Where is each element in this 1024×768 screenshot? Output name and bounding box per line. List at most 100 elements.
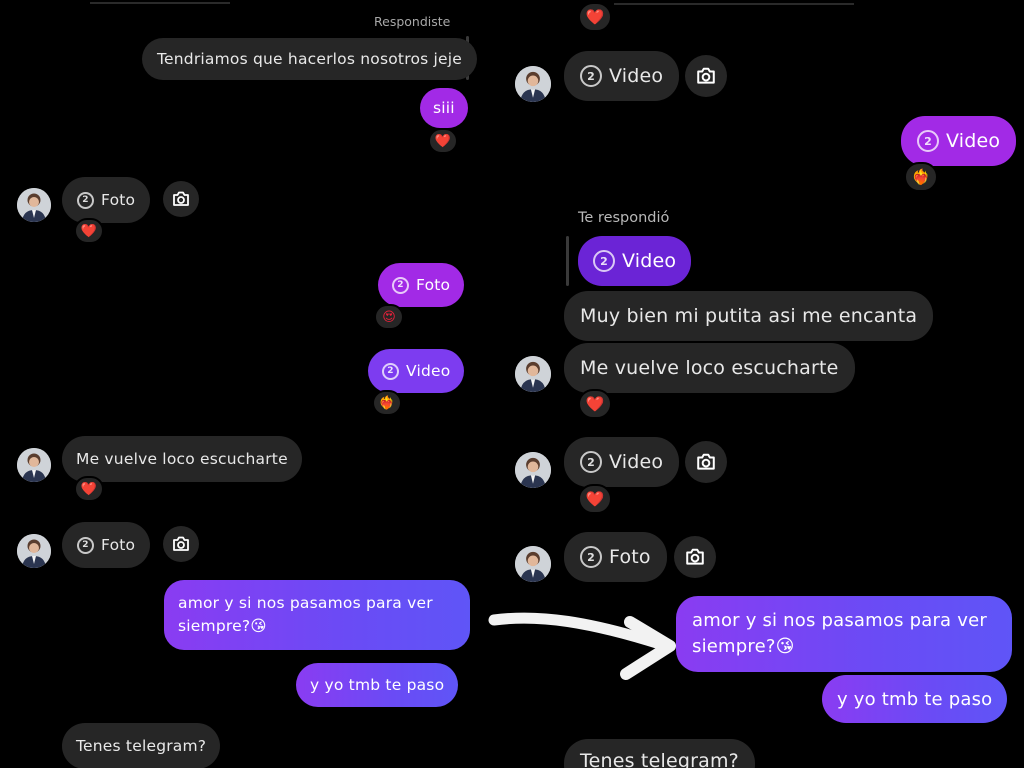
- media-count-icon: 2: [77, 191, 94, 209]
- heart-on-fire-icon: ❤️‍🔥: [378, 395, 396, 411]
- heart-icon: ❤️: [80, 481, 98, 497]
- received-message-text: Me vuelve loco escucharte: [580, 357, 839, 379]
- reaction-heart-on-fire[interactable]: ❤️‍🔥: [372, 390, 402, 416]
- media-label: Video: [622, 250, 677, 272]
- camera-button[interactable]: [163, 181, 199, 217]
- received-message-bubble[interactable]: Tenes telegram?: [564, 739, 755, 768]
- camera-icon: [697, 453, 715, 470]
- received-photo-bubble[interactable]: 2 Foto: [564, 532, 667, 582]
- media-label: Video: [406, 362, 451, 380]
- camera-icon: [686, 548, 704, 565]
- media-count-icon: 2: [382, 362, 399, 380]
- sent-message-bubble[interactable]: y yo tmb te paso: [822, 675, 1008, 723]
- reaction-heart[interactable]: ❤️: [578, 389, 612, 419]
- media-count-icon: 2: [580, 451, 602, 473]
- reaction-heart-eyes[interactable]: 😍: [374, 304, 404, 330]
- heart-icon: ❤️: [585, 395, 605, 413]
- received-video-bubble[interactable]: 2 Video: [564, 51, 680, 101]
- received-message-text: Me vuelve loco escucharte: [76, 450, 288, 468]
- avatar[interactable]: [17, 534, 51, 568]
- sent-message-line-2: siempre?😘: [178, 617, 267, 635]
- received-message-bubble[interactable]: Muy bien mi putita asi me encanta: [564, 291, 934, 341]
- replied-label: Te respondió: [578, 210, 670, 226]
- heart-icon: ❤️: [434, 133, 452, 149]
- sent-message-bubble[interactable]: amor y si nos pasamos para ver siempre?😘: [676, 596, 1012, 672]
- arrow-annotation: [488, 612, 676, 680]
- avatar-image: [17, 188, 51, 222]
- avatar[interactable]: [515, 546, 551, 582]
- quoted-message-bubble[interactable]: Tendriamos que hacerlos nosotros jeje: [142, 38, 478, 80]
- received-photo-bubble[interactable]: 2 Foto: [62, 522, 151, 568]
- sent-message-bubble[interactable]: y yo tmb te paso: [296, 663, 459, 707]
- camera-icon: [173, 191, 189, 206]
- received-message-bubble[interactable]: Me vuelve loco escucharte: [62, 436, 302, 482]
- reaction-heart[interactable]: ❤️: [428, 128, 458, 154]
- left-chat-screenshot: Respondiste Tendriamos que hacerlos noso…: [0, 0, 480, 768]
- avatar-image: [515, 546, 551, 582]
- avatar-image: [17, 448, 51, 482]
- reaction-heart-on-fire[interactable]: ❤️‍🔥: [904, 162, 938, 192]
- media-label: Foto: [609, 546, 651, 568]
- reaction-heart[interactable]: ❤️: [74, 476, 104, 502]
- received-message-text: Tenes telegram?: [580, 750, 739, 768]
- camera-icon: [173, 536, 189, 551]
- reaction-heart[interactable]: ❤️: [74, 218, 104, 244]
- received-photo-bubble[interactable]: 2 Foto: [62, 177, 151, 223]
- media-count-icon: 2: [580, 546, 602, 568]
- media-count-icon: 2: [392, 276, 409, 294]
- received-message-bubble[interactable]: Tenes telegram?: [62, 723, 221, 768]
- media-count-icon: 2: [917, 130, 939, 152]
- camera-button[interactable]: [685, 441, 727, 483]
- reaction-heart[interactable]: ❤️: [578, 2, 612, 32]
- heart-icon: ❤️: [80, 223, 98, 239]
- sent-message-text: y yo tmb te paso: [837, 688, 993, 710]
- avatar[interactable]: [515, 356, 551, 392]
- media-label: Foto: [101, 536, 136, 554]
- quoted-message-text: Tendriamos que hacerlos nosotros jeje: [157, 50, 463, 68]
- sent-photo-bubble[interactable]: 2 Foto: [378, 263, 465, 307]
- sent-video-bubble[interactable]: 2 Video: [901, 116, 1017, 166]
- media-label: Foto: [101, 191, 136, 209]
- received-video-bubble[interactable]: 2 Video: [564, 437, 680, 487]
- camera-icon: [697, 67, 715, 84]
- cut-off-top-line: [90, 2, 230, 4]
- media-count-icon: 2: [580, 65, 602, 87]
- sent-message-bubble[interactable]: amor y si nos pasamos para ver siempre?😘: [164, 580, 470, 650]
- media-count-icon: 2: [77, 536, 94, 554]
- reply-indicator-line: [566, 236, 569, 286]
- media-label: Video: [609, 451, 664, 473]
- replied-label: Respondiste: [374, 14, 451, 29]
- camera-button[interactable]: [685, 55, 727, 97]
- reaction-heart[interactable]: ❤️: [578, 484, 612, 514]
- heart-icon: ❤️: [585, 8, 605, 26]
- avatar-image: [515, 452, 551, 488]
- sent-message-line-1: amor y si nos pasamos para ver: [692, 610, 987, 631]
- avatar[interactable]: [515, 452, 551, 488]
- avatar[interactable]: [515, 66, 551, 102]
- avatar-image: [515, 66, 551, 102]
- media-label: Foto: [416, 276, 451, 294]
- sent-message-bubble[interactable]: siii: [420, 88, 468, 128]
- received-message-text: Muy bien mi putita asi me encanta: [580, 305, 918, 327]
- heart-eyes-icon: 😍: [382, 309, 396, 325]
- avatar[interactable]: [17, 448, 51, 482]
- media-label: Video: [609, 65, 664, 87]
- media-count-icon: 2: [593, 250, 615, 272]
- avatar-image: [515, 356, 551, 392]
- avatar-image: [17, 534, 51, 568]
- heart-icon: ❤️: [585, 490, 605, 508]
- sent-message-text: y yo tmb te paso: [310, 676, 445, 694]
- heart-on-fire-icon: ❤️‍🔥: [911, 168, 931, 186]
- media-label: Video: [946, 130, 1001, 152]
- camera-button[interactable]: [674, 536, 716, 578]
- sent-video-bubble[interactable]: 2 Video: [368, 349, 465, 393]
- avatar[interactable]: [17, 188, 51, 222]
- sent-message-line-1: amor y si nos pasamos para ver: [178, 594, 433, 612]
- sent-message-text: siii: [433, 99, 455, 117]
- cut-off-top-line: [614, 3, 854, 5]
- received-message-text: Tenes telegram?: [76, 737, 207, 755]
- sent-message-line-2: siempre?😘: [692, 636, 795, 657]
- quoted-video-bubble[interactable]: 2 Video: [578, 236, 692, 286]
- camera-button[interactable]: [163, 526, 199, 562]
- received-message-bubble[interactable]: Me vuelve loco escucharte: [564, 343, 855, 393]
